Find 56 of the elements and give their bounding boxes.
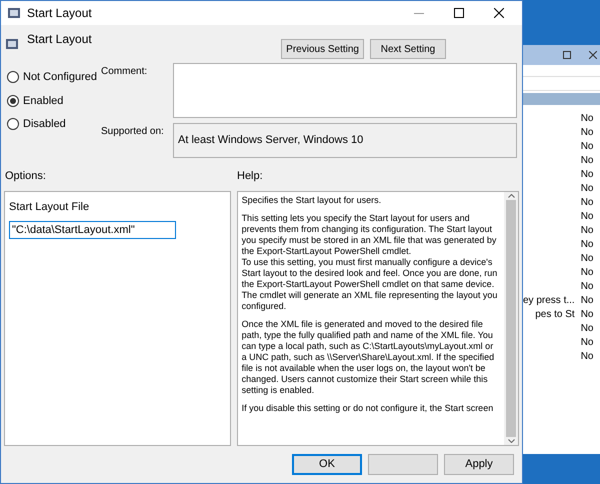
policy-state: No — [580, 322, 594, 336]
radio-button[interactable] — [7, 118, 19, 130]
policy-state: No — [580, 238, 594, 252]
dialog-button[interactable]: Apply — [444, 454, 514, 475]
setting-title: Start Layout — [27, 31, 92, 48]
radio-label: Disabled — [23, 117, 66, 132]
close-icon[interactable] — [494, 8, 504, 18]
policy-state: No — [580, 112, 594, 126]
policy-state: No — [580, 168, 594, 182]
nav-button[interactable]: Previous Setting — [281, 39, 364, 59]
dialog-button[interactable]: OK — [292, 454, 362, 475]
help-text: If you disable this setting or do not configure it, the Start screen — [242, 402, 494, 414]
policy-state: No — [580, 210, 594, 224]
scroll-down-icon[interactable] — [508, 439, 514, 443]
policy-state: No — [580, 182, 594, 196]
minimize-icon[interactable] — [414, 12, 424, 14]
policy-name: ey press t... — [523, 294, 575, 308]
policy-state: No — [580, 336, 594, 350]
policy-state: No — [580, 126, 594, 140]
help-text: Once the XML file is generated and moved to the desired file path, type the fully qualified path and name of the XML file. You can type a local path, such as C:\StartLayouts\myLayout.xml or a UNC path, such as \\Server\Share\Layout.xml. If the specified file is not available when the user logs on, the layout won't be changed. Users cannot customize their Start screen while this setting is enabled. — [242, 318, 496, 396]
help-text: Specifies the Start layout for users. — [242, 194, 382, 206]
policy-state: No — [580, 154, 594, 168]
policy-state: No — [580, 350, 594, 364]
policy-icon — [5, 37, 19, 51]
scroll-up-icon[interactable] — [508, 194, 514, 198]
scrollbar[interactable] — [504, 192, 518, 445]
supported-text: At least Windows Server, Windows 10 — [178, 134, 364, 146]
policy-state: No — [580, 224, 594, 238]
policy-state: No — [580, 252, 594, 266]
help-text: This setting lets you specify the Start layout for users and prevents them from changing its configuration. The Start layout you specify must be stored in an XML file that was generated by the Export-StartLayout PowerShell cmdlet. — [242, 212, 498, 256]
field-label: Start Layout File — [9, 200, 90, 214]
policy-icon — [7, 6, 21, 20]
options-label: Options: — [5, 169, 47, 184]
policy-state: No — [580, 294, 594, 308]
help-label: Help: — [237, 169, 263, 184]
radio-label: Not Configured — [23, 70, 97, 85]
policy-state: No — [580, 280, 594, 294]
window-title: Start Layout — [27, 5, 92, 22]
policy-name: pes to St — [535, 308, 575, 322]
policy-state: No — [580, 266, 594, 280]
maximize-icon[interactable] — [563, 51, 572, 59]
help-text: To use this setting, you must first manually configure a device's Start layout to the desired look and feel. Once you are done, run the Export-StartLayout PowerShell cmdlet on that same device. The cmdlet will generate an XML file representing the layout you configured. — [242, 256, 498, 312]
radio-button[interactable] — [7, 71, 19, 84]
comment-label: Comment: — [101, 65, 148, 79]
scroll-thumb[interactable] — [506, 200, 516, 437]
supported-label: Supported on: — [101, 125, 165, 139]
radio-label: Enabled — [23, 94, 64, 108]
nav-button[interactable]: Next Setting — [370, 39, 446, 59]
path-field[interactable]: "C:\data\StartLayout.xml" — [9, 221, 176, 239]
close-icon[interactable] — [589, 51, 598, 59]
maximize-icon[interactable] — [454, 8, 464, 18]
policy-state: No — [580, 140, 594, 154]
radio-button[interactable] — [7, 94, 19, 107]
policy-state: No — [580, 196, 594, 210]
comment-field[interactable] — [173, 63, 517, 118]
policy-state: No — [580, 308, 594, 322]
